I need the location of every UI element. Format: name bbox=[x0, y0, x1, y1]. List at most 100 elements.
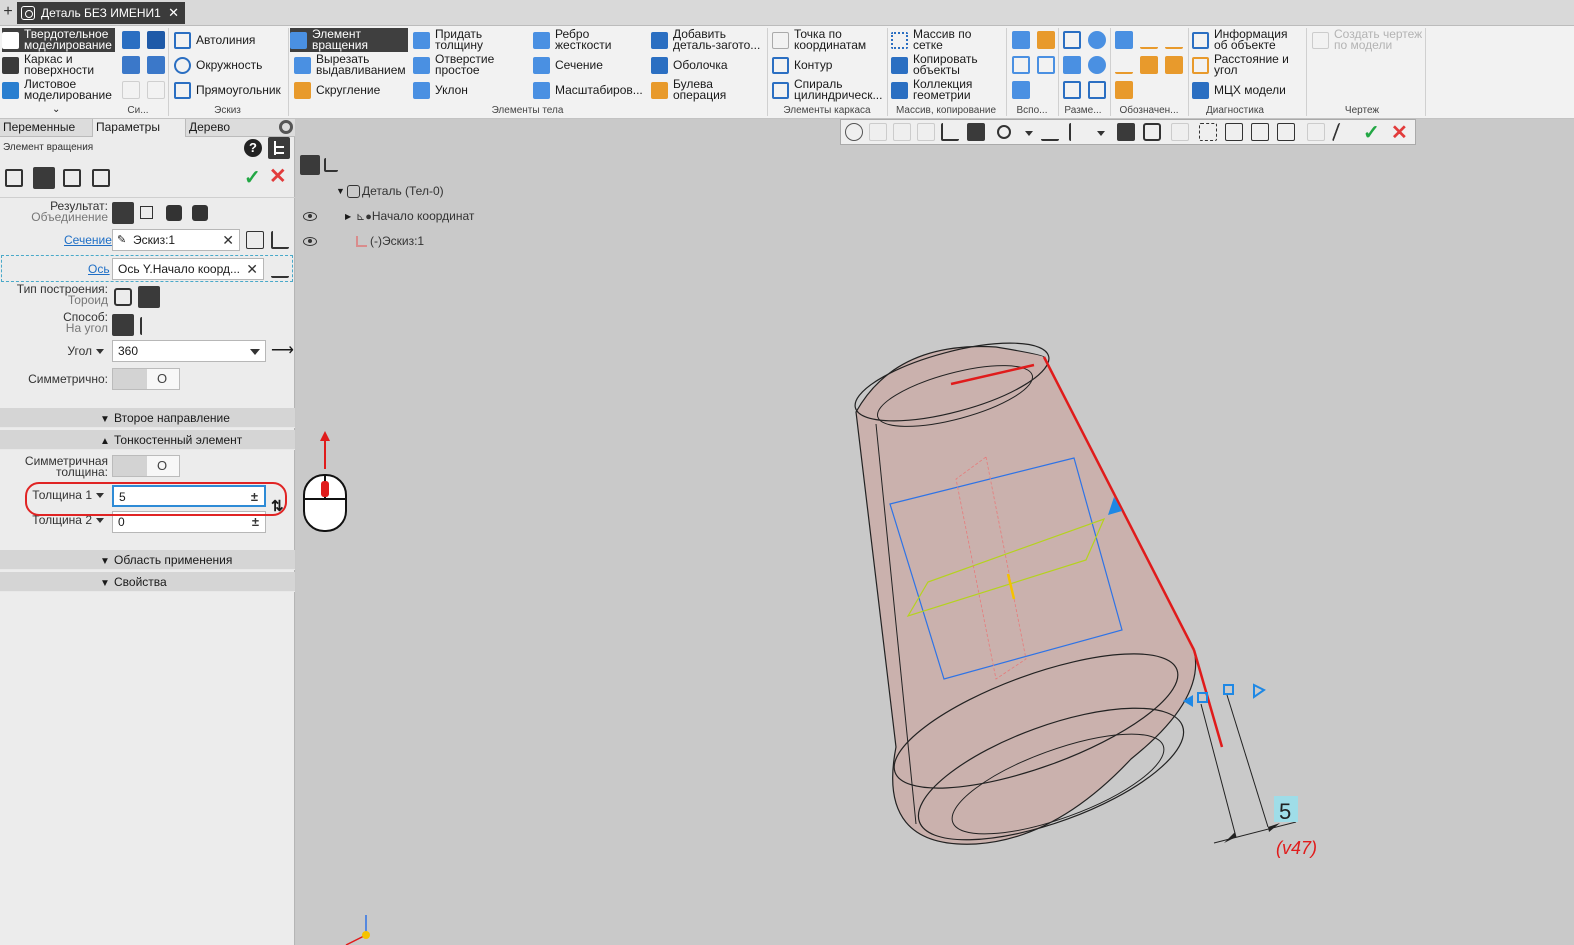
method-by-angle-button[interactable] bbox=[112, 314, 134, 336]
marking-icon[interactable] bbox=[1165, 56, 1183, 74]
result-new-body-button[interactable] bbox=[140, 206, 153, 219]
angle-label[interactable]: Угол bbox=[0, 345, 104, 357]
auto-dim-icon[interactable] bbox=[1063, 81, 1081, 99]
point-aux-icon[interactable] bbox=[1037, 56, 1055, 74]
tab-tree[interactable]: Дерево bbox=[186, 119, 276, 137]
help-icon[interactable]: ? bbox=[244, 139, 262, 157]
offset-plane-icon[interactable] bbox=[1037, 31, 1055, 49]
thickness-handle-right[interactable] bbox=[1253, 683, 1266, 699]
angle-field[interactable]: 360 bbox=[112, 340, 266, 362]
section-scope[interactable]: ▼ Область применения bbox=[0, 550, 295, 570]
mass-properties-tool[interactable]: МЦХ модели bbox=[1192, 78, 1304, 102]
section-link[interactable]: Сечение bbox=[64, 233, 112, 247]
cylindrical-spiral-tool[interactable]: Спираль цилиндрическ... bbox=[772, 78, 886, 102]
point-by-coords-tool[interactable]: Точка по координатам bbox=[772, 28, 884, 52]
scale-tool[interactable]: Масштабиров... bbox=[533, 78, 645, 102]
autoline-tool[interactable]: Автолиния bbox=[174, 28, 284, 52]
boolean-tool[interactable]: Булева операция bbox=[651, 78, 761, 102]
boolean-icon bbox=[651, 81, 668, 99]
rectangle-tool[interactable]: Прямоугольник bbox=[174, 78, 284, 102]
new-file-icon[interactable] bbox=[122, 31, 140, 49]
dim-icon[interactable] bbox=[1088, 81, 1106, 99]
revolve-element-tool[interactable]: Элемент вращения bbox=[290, 28, 408, 52]
plane-icon[interactable] bbox=[1012, 31, 1030, 49]
document-tab[interactable]: Деталь БЕЗ ИМЕНИ1 ✕ bbox=[17, 2, 185, 24]
annotation-icon[interactable] bbox=[1115, 81, 1133, 99]
simple-hole-tool[interactable]: Отверстие простое bbox=[413, 53, 523, 77]
axis-pick-icon[interactable] bbox=[271, 260, 289, 278]
copy-objects-tool[interactable]: Копировать объекты bbox=[891, 53, 1003, 77]
circle-tool[interactable]: Окружность bbox=[174, 53, 284, 77]
geometry-collection-tool[interactable]: Коллекция геометрии bbox=[891, 78, 1003, 102]
create-drawing-button[interactable]: Создать чертеж по модели bbox=[1312, 28, 1426, 52]
build-type-toroid-button[interactable] bbox=[114, 288, 132, 306]
confirm-icon[interactable]: ✓ bbox=[244, 165, 261, 190]
shell-tool[interactable]: Оболочка bbox=[651, 53, 761, 77]
mode-frame-surfaces[interactable]: Каркас и поверхности bbox=[2, 53, 115, 77]
param-mode-2-icon[interactable] bbox=[33, 167, 55, 189]
3d-viewport[interactable]: ✓ ✕ ▼ Деталь (Тел-0) ▶ ⊾●Начало координа… bbox=[296, 119, 1574, 945]
param-mode-4-icon[interactable] bbox=[92, 169, 110, 187]
close-tab-icon[interactable]: ✕ bbox=[168, 5, 179, 21]
direction-arrow-icon[interactable]: ⟶ bbox=[271, 340, 294, 360]
gear-icon[interactable] bbox=[279, 120, 293, 134]
tab-variables[interactable]: Переменные bbox=[0, 119, 92, 137]
clear-axis-icon[interactable]: ✕ bbox=[246, 259, 258, 279]
linear-dim-icon[interactable] bbox=[1063, 31, 1081, 49]
axis-icon[interactable] bbox=[1012, 56, 1030, 74]
section-field[interactable]: ✎ Эскиз:1 ✕ bbox=[112, 229, 240, 251]
axis-field[interactable]: Ось Y.Начало коорд... ✕ bbox=[112, 258, 264, 280]
result-subtract-button[interactable] bbox=[166, 205, 182, 221]
mode-solid-modeling[interactable]: Твердотельное моделирование bbox=[2, 28, 115, 52]
base-icon[interactable] bbox=[1115, 56, 1133, 74]
cut-extrude-tool[interactable]: Вырезать выдавливанием bbox=[294, 53, 410, 77]
print-icon[interactable] bbox=[122, 56, 140, 74]
clear-section-icon[interactable]: ✕ bbox=[222, 230, 234, 250]
symmetric-thickness-toggle[interactable]: O bbox=[112, 455, 180, 477]
tree-view-icon[interactable] bbox=[268, 137, 290, 159]
radial-dim-icon[interactable] bbox=[1088, 56, 1106, 74]
print-preview-icon[interactable] bbox=[147, 56, 165, 74]
angle-dropdown-icon[interactable] bbox=[250, 349, 260, 355]
edit-sketch-icon[interactable] bbox=[271, 231, 289, 249]
thickness2-label[interactable]: Толщина 2 bbox=[0, 514, 104, 526]
rib-tool[interactable]: Ребро жесткости bbox=[533, 28, 643, 52]
section-thin-wall[interactable]: ▲ Тонкостенный элемент bbox=[0, 430, 295, 450]
thicken-tool[interactable]: Придать толщину bbox=[413, 28, 523, 52]
contour-tool[interactable]: Контур bbox=[772, 53, 884, 77]
modes-expand-icon[interactable]: ⌄ bbox=[52, 104, 60, 115]
fillet-tool[interactable]: Скругление bbox=[294, 78, 410, 102]
thickness-handle-square-2[interactable] bbox=[1223, 684, 1234, 695]
result-intersect-button[interactable] bbox=[192, 205, 208, 221]
tolerance-icon[interactable] bbox=[1140, 56, 1158, 74]
angular-dim-icon[interactable] bbox=[1063, 56, 1081, 74]
object-info-tool[interactable]: Информация об объекте bbox=[1192, 28, 1304, 52]
section-second-direction[interactable]: ▼ Второе направление bbox=[0, 408, 295, 428]
thread-icon[interactable] bbox=[1115, 31, 1133, 49]
select-section-icon[interactable] bbox=[246, 231, 264, 249]
method-to-object-button[interactable] bbox=[140, 317, 158, 335]
new-document-tab-button[interactable]: + bbox=[0, 2, 16, 24]
axis-link[interactable]: Ось bbox=[88, 262, 110, 276]
param-mode-1-icon[interactable] bbox=[5, 169, 23, 187]
result-union-button[interactable] bbox=[112, 202, 134, 224]
distance-angle-tool[interactable]: Расстояние и угол bbox=[1192, 53, 1304, 77]
undo-icon[interactable] bbox=[122, 81, 140, 99]
mode-sheet-metal[interactable]: Листовое моделирование bbox=[2, 78, 115, 102]
section-properties[interactable]: ▼ Свойства bbox=[0, 572, 295, 592]
section-tool[interactable]: Сечение bbox=[533, 53, 643, 77]
diameter-dim-icon[interactable] bbox=[1088, 31, 1106, 49]
leader-icon[interactable] bbox=[1165, 31, 1183, 49]
grid-array-tool[interactable]: Массив по сетке bbox=[891, 28, 1003, 52]
symmetric-toggle[interactable]: O bbox=[112, 368, 180, 390]
redo-icon[interactable] bbox=[147, 81, 165, 99]
roughness-icon[interactable] bbox=[1140, 31, 1158, 49]
lcs-icon[interactable] bbox=[1012, 81, 1030, 99]
cancel-icon[interactable]: ✕ bbox=[269, 164, 287, 189]
save-icon[interactable] bbox=[147, 31, 165, 49]
tab-parameters[interactable]: Параметры bbox=[92, 119, 186, 137]
param-mode-3-icon[interactable] bbox=[63, 169, 81, 187]
add-blank-part-tool[interactable]: Добавить деталь-загото... bbox=[651, 28, 766, 52]
build-type-sphere-button[interactable] bbox=[138, 286, 160, 308]
draft-tool[interactable]: Уклон bbox=[413, 78, 523, 102]
